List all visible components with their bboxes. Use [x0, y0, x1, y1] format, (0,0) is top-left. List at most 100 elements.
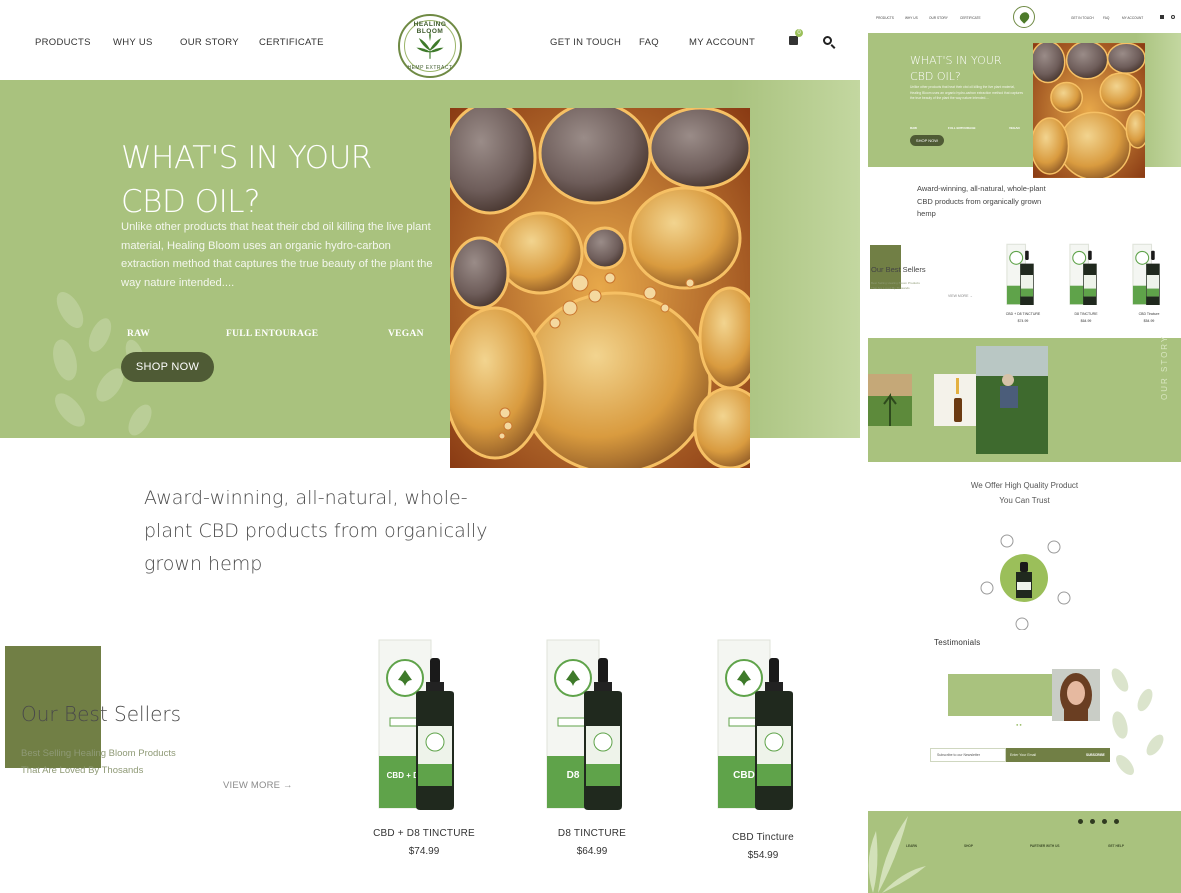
search-icon[interactable] — [823, 36, 832, 45]
product-name[interactable]: CBD + D8 TINCTURE — [354, 828, 494, 839]
preview-social-icon[interactable] — [1102, 819, 1107, 824]
preview-footer-col-partner: PARTNER WITH US — [1030, 844, 1060, 852]
nav-products[interactable]: PRODUCTS — [35, 37, 91, 48]
preview-our-story-vertical-label: OUR STORY — [1160, 334, 1169, 400]
preview-nav-products[interactable]: PRODUCTS — [876, 16, 894, 20]
preview-best-sellers-title: Our Best Sellers — [871, 265, 926, 274]
preview-tagline: Award-winning, all-natural, whole-plant … — [917, 184, 1046, 218]
tagline: Award-winning, all-natural, whole-plant … — [144, 487, 488, 575]
preview-hero-description: Unlike other products that heat their cb… — [910, 85, 1024, 100]
preview-footer-heading: GET HELP — [1108, 844, 1124, 848]
preview-our-story-section — [868, 338, 1181, 462]
preview-social-icon[interactable] — [1078, 819, 1083, 824]
preview-best-sellers-subtitle: Best Selling Healing Bloom Products That… — [871, 281, 920, 291]
product-card-cbd-d8[interactable]: CBD + D8 CBD + D8 TINCTURE $74.99 — [354, 636, 494, 857]
preview-hero-title: WHAT'S IN YOUR CBD OIL? — [910, 53, 1001, 85]
preview-search-icon[interactable] — [1171, 15, 1175, 19]
preview-cart-icon[interactable] — [1160, 15, 1164, 19]
hero-description: Unlike other products that heat their cb… — [121, 221, 433, 289]
product-card-d8[interactable]: D8 D8 TINCTURE $64.99 — [522, 636, 662, 857]
product-price: $54.99 — [747, 850, 779, 861]
preview-footer-col-learn: LEARN — [906, 844, 917, 852]
preview-product-card[interactable]: CBD + D8 TINCTURE $74.99 — [998, 240, 1048, 323]
preview-footer-heading: SHOP — [964, 844, 974, 848]
product-card-cbd[interactable]: CBD CBD Tincture $54.99 — [693, 636, 833, 861]
preview-product-card[interactable]: CBD Tincture $54.99 — [1124, 240, 1174, 323]
preview-testimonial-photo — [1052, 669, 1100, 721]
product-name[interactable]: CBD Tincture — [693, 832, 833, 843]
cart-icon[interactable] — [789, 36, 798, 45]
preview-nav-my-account[interactable]: MY ACCOUNT — [1122, 16, 1143, 20]
nav-get-in-touch[interactable]: GET IN TOUCH — [550, 37, 621, 48]
preview-nav-why-us[interactable]: WHY US — [905, 16, 918, 20]
product-name[interactable]: D8 TINCTURE — [522, 828, 662, 839]
cbd-oil-bubbles-image — [450, 108, 750, 468]
preview-product-name[interactable]: CBD + D8 TINCTURE — [998, 312, 1048, 316]
product-box-label: D8 — [567, 770, 580, 781]
preview-subscribe-button[interactable]: SUBSCRIBE — [1086, 748, 1105, 762]
preview-nav-faq[interactable]: FAQ — [1103, 16, 1109, 20]
nav-certificate[interactable]: CERTIFICATE — [259, 37, 324, 48]
logo-text-bottom: HEMP EXTRACT — [407, 65, 453, 71]
preview-product-price: $74.99 — [1017, 319, 1029, 323]
preview-product-price: $54.99 — [1143, 319, 1155, 323]
preview-product-card[interactable]: D8 TINCTURE $64.99 — [1061, 240, 1111, 323]
preview-nav-our-story[interactable]: OUR STORY — [929, 16, 948, 20]
healing-bloom-logo[interactable]: HEALING BLOOM HEMP EXTRACT — [398, 14, 462, 78]
preview-product-image — [1006, 243, 1034, 305]
hero-title-line1: WHAT'S IN YOUR — [121, 140, 372, 176]
preview-hero-title-line2: CBD OIL? — [910, 70, 961, 83]
best-sellers-subtitle-line2: That Are Loved By Thosands — [21, 765, 144, 776]
best-sellers-title: Our Best Sellers — [21, 702, 182, 726]
view-more-link[interactable]: VIEW MORE → — [223, 780, 293, 791]
product-image-d8: D8 — [546, 639, 622, 810]
preview-testimonials-heading: Testimonials — [934, 638, 981, 647]
best-sellers-subtitle: Best Selling Healing Bloom Products That… — [21, 745, 176, 779]
shop-now-button[interactable]: SHOP NOW — [121, 352, 214, 382]
nav-our-story[interactable]: OUR STORY — [180, 37, 239, 48]
preview-footer-heading: LEARN — [906, 844, 917, 848]
nav-my-account[interactable]: MY ACCOUNT — [689, 37, 755, 48]
tag-full-entourage: FULL ENTOURAGE — [226, 329, 319, 339]
nav-why-us[interactable]: WHY US — [113, 37, 153, 48]
preview-product-name[interactable]: D8 TINCTURE — [1061, 312, 1111, 316]
preview-nav-certificate[interactable]: CERTIFICATE — [960, 16, 981, 20]
preview-testimonial-card — [948, 674, 1053, 716]
preview-tag-full-entourage: FULL ENTOURAGE — [948, 126, 976, 130]
preview-offer-line2: You Can Trust — [999, 496, 1050, 505]
preview-best-sellers-subtitle-line1: Best Selling Healing Bloom Products — [871, 281, 920, 285]
preview-offer-heading: We Offer High Quality Product You Can Tr… — [868, 478, 1181, 508]
product-box-label: CBD — [733, 770, 755, 781]
preview-nav-get-in-touch[interactable]: GET IN TOUCH — [1071, 16, 1094, 20]
preview-product-name[interactable]: CBD Tincture — [1124, 312, 1174, 316]
preview-offer-line1: We Offer High Quality Product — [970, 481, 1079, 490]
product-image-cbd: CBD — [717, 639, 793, 810]
full-page-preview: PRODUCTS WHY US OUR STORY CERTIFICATE GE… — [868, 0, 1181, 893]
preview-view-more-link[interactable]: VIEW MORE → — [948, 294, 973, 298]
preview-oil-image — [1033, 43, 1145, 178]
preview-story-images — [868, 346, 1048, 454]
preview-carousel-dots[interactable]: ●● — [1016, 722, 1023, 727]
tag-raw: RAW — [127, 329, 151, 339]
cart-count-badge: 0 — [795, 29, 803, 37]
nav-faq[interactable]: FAQ — [639, 37, 659, 48]
preview-quality-diagram — [980, 534, 1071, 630]
preview-tag-vegan: VEGAN — [1009, 126, 1020, 130]
preview-footer-col-help: GET HELP — [1108, 844, 1124, 852]
preview-social-icon[interactable] — [1090, 819, 1095, 824]
product-price: $64.99 — [576, 846, 608, 857]
preview-social-icon[interactable] — [1114, 819, 1119, 824]
hero-title: WHAT'S IN YOUR CBD OIL? — [121, 136, 372, 224]
preview-product-image — [1069, 243, 1097, 305]
preview-best-sellers-subtitle-line2: That Are Loved By Thosands — [871, 286, 910, 290]
preview-footer-leaf — [868, 816, 926, 893]
product-image-cbd-d8: CBD + D8 — [378, 639, 454, 810]
product-price: $74.99 — [408, 846, 440, 857]
preview-leaf-decoration — [1111, 668, 1164, 775]
preview-tag-raw: RAW — [910, 126, 917, 130]
preview-logo[interactable] — [1013, 6, 1035, 28]
preview-newsletter-label: Subscribe to our Newsletter — [930, 748, 1006, 762]
preview-footer: LEARN SHOP PARTNER WITH US GET HELP — [868, 811, 1181, 893]
preview-shop-now-button[interactable]: SHOP NOW — [910, 135, 944, 146]
tag-vegan: VEGAN — [388, 329, 424, 339]
